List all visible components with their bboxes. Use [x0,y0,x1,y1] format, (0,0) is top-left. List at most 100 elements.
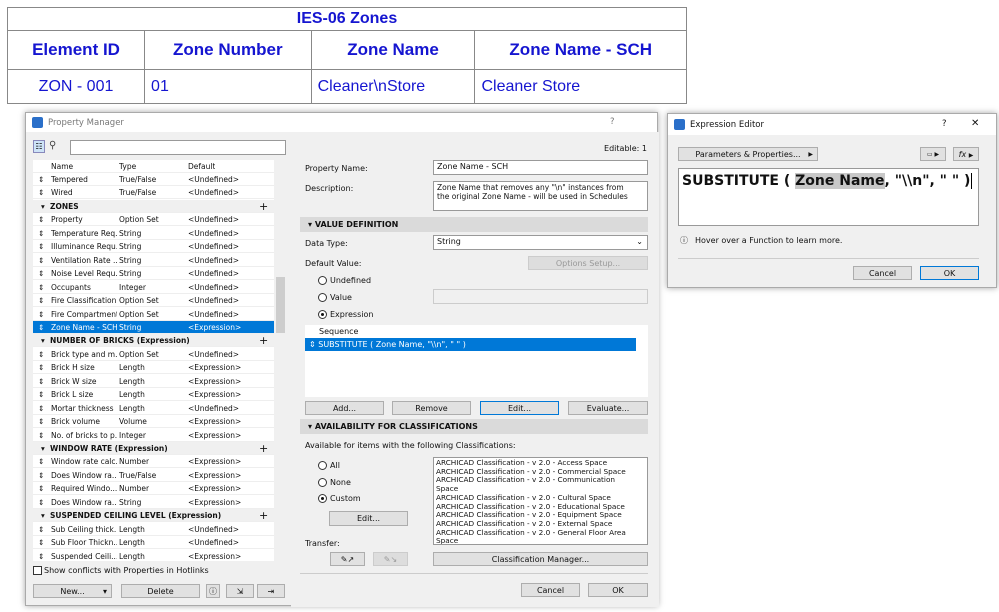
add-property-icon[interactable]: + [259,200,268,213]
drag-handle-icon[interactable]: ⇕ [38,550,44,561]
evaluate-button[interactable]: Evaluate... [568,401,648,415]
export-icon[interactable]: ⇥ [257,584,285,598]
property-row[interactable]: ⇕ Brick volume Volume <Expression> [33,415,274,429]
property-row[interactable]: ⇕ No. of bricks to p... Integer <Expression… [33,428,274,442]
remove-button[interactable]: Remove [392,401,471,415]
property-row[interactable]: ⇕ Zone Name - SCH String <Expression> [33,320,274,334]
help-button[interactable]: ? [610,117,615,127]
value-input[interactable] [433,289,648,304]
show-conflicts-checkbox[interactable] [33,566,42,575]
property-row[interactable]: ⇕ Wired True/False <Undefined> [33,186,274,200]
column-type[interactable]: Type [119,160,136,173]
ok-button[interactable]: OK [588,583,648,597]
options-setup-button[interactable]: Options Setup... [528,256,648,270]
drag-handle-icon[interactable]: ⇕ [38,186,44,199]
group-header[interactable]: ▾ ZONES + [33,199,274,213]
cancel-button[interactable]: Cancel [521,583,580,597]
collapse-icon[interactable]: ▾ [41,442,45,455]
scrollbar-thumb[interactable] [276,277,285,333]
tree-view-toggle-icon[interactable]: ☷ [33,140,45,153]
availability-section[interactable]: ▾ AVAILABILITY FOR CLASSIFICATIONS [300,419,648,434]
drag-handle-icon[interactable]: ⇕ [38,415,44,428]
delete-button[interactable]: Delete [121,584,200,598]
search-input[interactable] [70,140,286,155]
description-textarea[interactable]: Zone Name that removes any "\n" instance… [433,181,648,211]
property-row[interactable]: ⇕ Fire Classification Option Set <Undefined… [33,294,274,308]
property-row[interactable]: ⇕ Noise Level Requ... String <Undefined> [33,267,274,281]
property-row[interactable]: ⇕ Fire Compartment Option Set <Undefined> [33,307,274,321]
classification-item[interactable]: ARCHICAD Classification - v 2.0 - Commun… [436,475,634,493]
add-button[interactable]: Add... [305,401,384,415]
radio-custom[interactable]: Custom [318,494,361,503]
drag-handle-icon[interactable]: ⇕ [38,429,44,442]
drag-handle-icon[interactable]: ⇕ [38,482,44,495]
ee-close-button[interactable]: ✕ [971,118,979,129]
parameters-properties-button[interactable]: Parameters & Properties... ▶ [678,147,818,161]
classification-item[interactable]: ARCHICAD Classification - v 2.0 - Genera… [436,528,634,544]
data-type-select[interactable]: String ⌄ [433,235,648,250]
radio-none[interactable]: None [318,478,351,487]
property-name-input[interactable]: Zone Name - SCH [433,160,648,175]
property-row[interactable]: ⇕ Required Windo... Number <Expression> [33,482,274,496]
column-default[interactable]: Default [188,160,215,173]
expression-textarea[interactable]: SUBSTITUTE ( Zone Name, "\\n", " " ) [678,168,979,226]
drag-handle-icon[interactable]: ⇕ [38,375,44,388]
radio-value[interactable]: Value [318,293,352,302]
import-icon[interactable]: ⇲ [226,584,254,598]
drag-handle-icon[interactable]: ⇕ [38,240,44,253]
property-row[interactable]: ⇕ Suspended Ceili... Length <Expression> [33,549,274,561]
drag-handle-icon[interactable]: ⇕ [38,455,44,468]
dropdown-arrow-icon[interactable]: ▾ [103,585,107,598]
property-row[interactable]: ⇕ Illuminance Requ... String <Undefined> [33,240,274,254]
drag-handle-icon[interactable]: ⇕ [38,321,44,334]
classification-edit-button[interactable]: Edit... [329,511,408,526]
radio-expression[interactable]: Expression [318,310,373,319]
property-row[interactable]: ⇕ Window rate calc... Number <Expression> [33,455,274,469]
property-row[interactable]: ⇕ Brick W size Length <Expression> [33,374,274,388]
drag-handle-icon[interactable]: ⇕ [38,254,44,267]
radio-undefined[interactable]: Undefined [318,276,371,285]
eyedropper-inject-icon[interactable]: ✎↘ [373,552,408,566]
new-button[interactable]: New... ▾ [33,584,112,598]
sequence-row[interactable]: ⇕ SUBSTITUTE ( Zone Name, "\\n", " " ) [305,338,636,351]
drag-handle-icon[interactable]: ⇕ [38,294,44,307]
expr-parameter[interactable]: Zone Name [795,173,885,189]
operators-icon[interactable]: ▭ ▶ [920,147,946,161]
property-row[interactable]: ⇕ Mortar thickness Length <Undefined> [33,401,274,415]
group-header[interactable]: ▾ NUMBER OF BRICKS (Expression) + [33,334,274,348]
collapse-icon[interactable]: ▾ [41,334,45,347]
property-row[interactable]: ⇕ Brick type and m... Option Set <Undefined… [33,347,274,361]
group-header[interactable]: ▾ SUSPENDED CEILING LEVEL (Expression) + [33,509,274,523]
property-row[interactable]: ⇕ Sub Ceiling thick... Length <Undefined> [33,522,274,536]
drag-handle-icon[interactable]: ⇕ [38,496,44,509]
edit-button[interactable]: Edit... [480,401,559,415]
property-row[interactable]: ⇕ Temperature Req... String <Undefined> [33,226,274,240]
add-property-icon[interactable]: + [259,442,268,455]
property-row[interactable]: ⇕ Occupants Integer <Undefined> [33,280,274,294]
ee-help-button[interactable]: ? [942,119,947,129]
add-property-icon[interactable]: + [259,509,268,522]
classification-manager-button[interactable]: Classification Manager... [433,552,648,566]
property-row[interactable]: ⇕ Ventilation Rate ... String <Undefined> [33,253,274,267]
drag-handle-icon[interactable]: ⇕ [38,267,44,280]
drag-handle-icon[interactable]: ⇕ [38,348,44,361]
property-row[interactable]: ⇕ Brick H size Length <Expression> [33,361,274,375]
property-row[interactable]: ⇕ Sub Floor Thickn... Length <Undefined> [33,536,274,550]
info-button[interactable]: ⓘ [206,584,220,598]
drag-handle-icon[interactable]: ⇕ [38,536,44,549]
value-definition-section[interactable]: ▾ VALUE DEFINITION [300,217,648,232]
ee-ok-button[interactable]: OK [920,266,979,280]
property-row[interactable]: ⇕ Brick L size Length <Expression> [33,388,274,402]
property-row[interactable]: ⇕ Does Window ra... True/False <Expression> [33,468,274,482]
add-property-icon[interactable]: + [259,334,268,347]
property-row[interactable]: ⇕ Tempered True/False <Undefined> [33,173,274,186]
collapse-icon[interactable]: ▾ [41,509,45,522]
column-name[interactable]: Name [51,160,73,173]
drag-handle-icon[interactable]: ⇕ [38,281,44,294]
property-row[interactable]: ⇕ Property Option Set <Undefined> [33,213,274,227]
group-header[interactable]: ▾ WINDOW RATE (Expression) + [33,442,274,455]
collapse-icon[interactable]: ▾ [41,200,45,213]
search-icon[interactable]: ⚲ [49,140,56,151]
drag-handle-icon[interactable]: ⇕ [38,523,44,536]
functions-icon[interactable]: fx ▶ [953,147,979,161]
